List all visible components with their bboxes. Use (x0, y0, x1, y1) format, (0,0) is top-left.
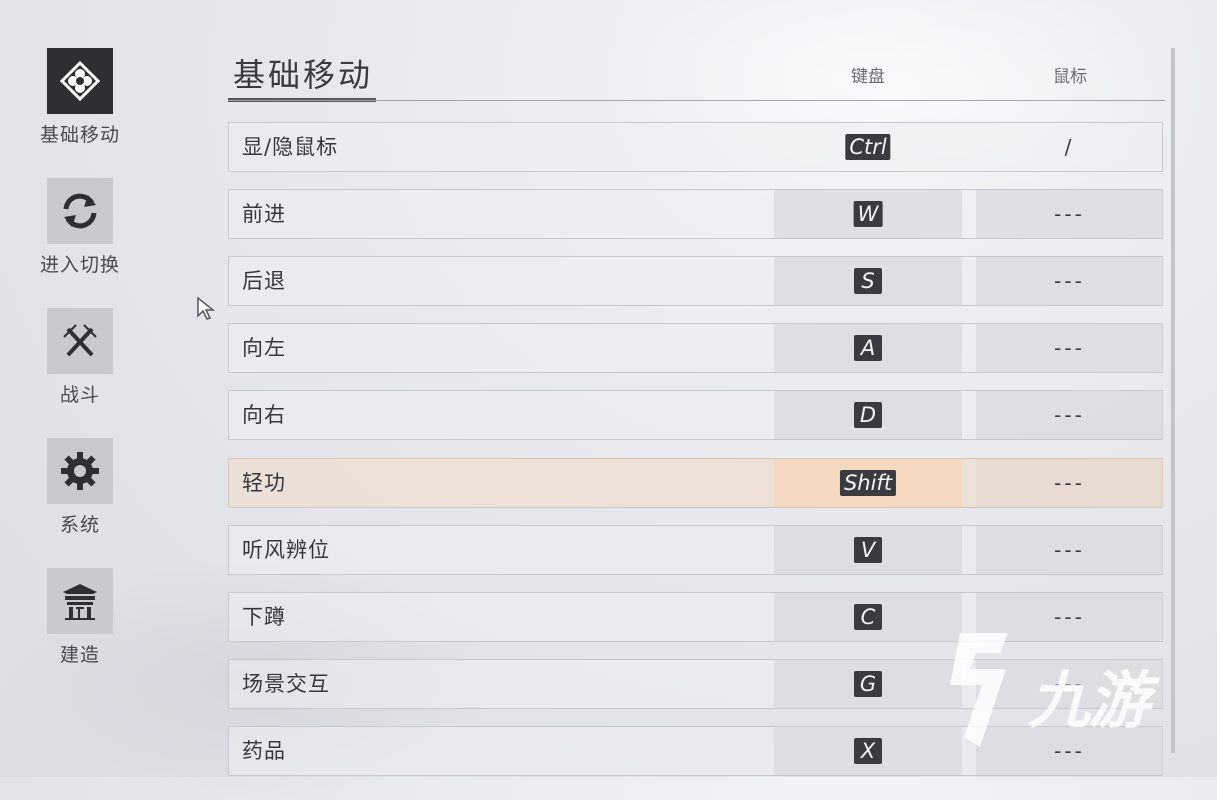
keyboard-column-header: 键盘 (851, 67, 885, 87)
sidebar-item-label: 建造 (59, 644, 100, 666)
crossed-swords-icon (47, 308, 113, 374)
mouse-binding-cell[interactable]: --- (976, 190, 1163, 238)
mouse-cursor-icon (196, 296, 216, 326)
pavilion-icon (47, 568, 113, 634)
mouse-binding-cell[interactable]: --- (976, 526, 1163, 574)
action-label: 场景交互 (242, 672, 330, 696)
action-label: 轻功 (242, 471, 286, 495)
keyboard-binding-cell[interactable]: Ctrl (774, 123, 962, 171)
key-badge: C (854, 604, 882, 630)
swap-arrows-icon (47, 178, 113, 244)
sidebar-item-build[interactable]: 建造 (30, 568, 130, 667)
key-badge: D (854, 402, 882, 428)
mouse-binding-cell[interactable]: --- (976, 391, 1163, 439)
sidebar-item-basic-movement[interactable]: 基础移动 (30, 48, 130, 147)
key-badge: G (854, 671, 882, 697)
keyboard-binding-cell[interactable]: W (774, 190, 962, 238)
action-label: 显/隐鼠标 (242, 135, 339, 159)
action-label: 药品 (242, 739, 286, 763)
sidebar-item-label: 系统 (59, 514, 100, 536)
keyboard-binding-cell[interactable]: V (774, 526, 962, 574)
key-badge: X (854, 738, 882, 764)
mouse-binding-value: --- (1054, 471, 1085, 495)
keyboard-binding-cell[interactable]: D (774, 391, 962, 439)
sidebar-item-label: 战斗 (59, 384, 100, 406)
sidebar-item-label: 进入切换 (39, 254, 120, 276)
mouse-binding-value: --- (1054, 202, 1085, 226)
sidebar-item-enter-switch[interactable]: 进入切换 (30, 178, 130, 277)
mouse-binding-value: --- (1054, 403, 1085, 427)
sidebar-item-label: 基础移动 (39, 124, 120, 146)
key-badge: Shift (839, 470, 897, 496)
background-cloud (600, 0, 1200, 220)
action-label: 向左 (242, 336, 286, 360)
watermark: 九游 (930, 625, 1180, 755)
keybind-row-toggle-cursor: 显/隐鼠标 Ctrl / (228, 122, 1163, 172)
mouse-binding-cell[interactable]: / (976, 123, 1163, 171)
keybind-row-backward: 后退 S --- (228, 256, 1163, 306)
key-badge: S (854, 268, 882, 294)
action-label: 听风辨位 (242, 538, 330, 562)
keybind-row-qinggong: 轻功 Shift --- (228, 458, 1163, 508)
action-label: 后退 (242, 269, 286, 293)
sidebar-item-system[interactable]: 系统 (30, 438, 130, 537)
key-badge: W (853, 201, 883, 227)
watermark-text: 九游 (1028, 664, 1150, 737)
diamond-flower-icon (47, 48, 113, 114)
action-label: 下蹲 (242, 605, 286, 629)
key-badge: Ctrl (845, 134, 891, 160)
keybind-row-listen-wind: 听风辨位 V --- (228, 525, 1163, 575)
category-sidebar: 基础移动 进入切换 战斗 系统 建造 (0, 0, 160, 777)
mouse-binding-cell[interactable]: --- (976, 459, 1163, 507)
jiuyou-logo-icon (950, 633, 1008, 747)
keyboard-binding-cell[interactable]: A (774, 324, 962, 372)
action-label: 向右 (242, 403, 286, 427)
keyboard-binding-cell[interactable]: S (774, 257, 962, 305)
mouse-column-header: 鼠标 (1053, 67, 1087, 87)
page-title: 基础移动 (233, 56, 374, 94)
keyboard-binding-cell[interactable]: Shift (774, 459, 962, 507)
mouse-binding-value: --- (1054, 538, 1085, 562)
keybind-row-forward: 前进 W --- (228, 189, 1163, 239)
key-badge: A (854, 335, 882, 361)
gear-icon (47, 438, 113, 504)
action-label: 前进 (242, 202, 286, 226)
header-divider (228, 100, 1165, 101)
sidebar-item-combat[interactable]: 战斗 (30, 308, 130, 407)
keybind-row-left: 向左 A --- (228, 323, 1163, 373)
mouse-binding-value: --- (1054, 269, 1085, 293)
mouse-binding-cell[interactable]: --- (976, 257, 1163, 305)
mouse-binding-value: / (1064, 135, 1075, 159)
mouse-binding-value: --- (1054, 336, 1085, 360)
mouse-binding-cell[interactable]: --- (976, 324, 1163, 372)
keybind-row-right: 向右 D --- (228, 390, 1163, 440)
key-badge: V (854, 537, 882, 563)
